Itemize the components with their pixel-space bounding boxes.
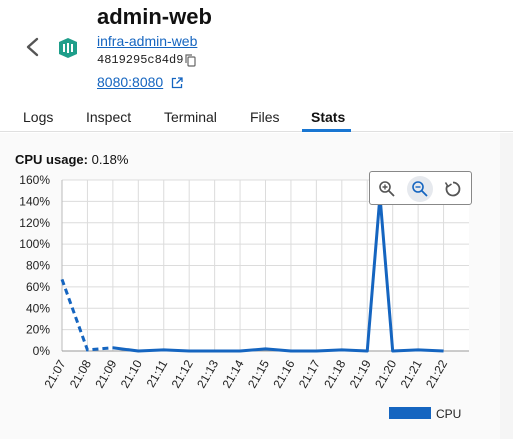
container-id: 4819295c84d9 bbox=[97, 53, 184, 67]
container-details-page: admin-web infra-admin-web 4819295c84d9 8… bbox=[0, 0, 513, 439]
y-tick-label: 40% bbox=[26, 301, 50, 315]
tab-inspect[interactable]: Inspect bbox=[86, 109, 131, 125]
image-link[interactable]: infra-admin-web bbox=[97, 33, 197, 49]
chart-toolbar bbox=[369, 171, 472, 205]
y-tick-label: 20% bbox=[26, 323, 50, 337]
x-tick-label: 21:08 bbox=[67, 357, 94, 390]
reset-zoom-button[interactable] bbox=[440, 176, 466, 202]
x-tick-label: 21:10 bbox=[118, 357, 145, 390]
external-link-icon[interactable] bbox=[171, 77, 183, 89]
zoom-in-icon bbox=[379, 181, 395, 197]
x-tick-label: 21:14 bbox=[220, 357, 247, 390]
tab-logs[interactable]: Logs bbox=[23, 109, 53, 125]
x-tick-label: 21:21 bbox=[398, 357, 425, 390]
y-tick-label: 60% bbox=[26, 280, 50, 294]
reset-zoom-icon bbox=[444, 181, 461, 197]
y-tick-label: 100% bbox=[19, 237, 50, 251]
x-tick-label: 21:16 bbox=[270, 357, 297, 390]
x-tick-label: 21:12 bbox=[169, 357, 196, 390]
y-tick-label: 0% bbox=[33, 344, 51, 358]
x-tick-label: 21:09 bbox=[92, 357, 119, 390]
x-tick-label: 21:22 bbox=[423, 357, 450, 390]
tab-bar: Logs Inspect Terminal Files Stats bbox=[0, 100, 513, 132]
active-tab-indicator bbox=[302, 129, 351, 132]
zoom-in-button[interactable] bbox=[374, 176, 400, 202]
x-tick-label: 21:18 bbox=[321, 357, 348, 390]
x-tick-label: 21:19 bbox=[347, 357, 374, 390]
tab-terminal[interactable]: Terminal bbox=[164, 109, 217, 125]
x-tick-label: 21:17 bbox=[296, 357, 323, 390]
back-arrow-icon[interactable] bbox=[22, 36, 44, 58]
container-icon bbox=[59, 38, 77, 58]
x-tick-label: 21:07 bbox=[41, 357, 68, 390]
y-tick-label: 80% bbox=[26, 259, 50, 273]
x-tick-label: 21:13 bbox=[194, 357, 221, 390]
vertical-scrollbar[interactable] bbox=[500, 133, 513, 439]
container-title: admin-web bbox=[97, 4, 212, 29]
x-tick-label: 21:11 bbox=[144, 357, 171, 390]
zoom-out-button[interactable] bbox=[407, 176, 433, 202]
y-tick-label: 160% bbox=[19, 173, 50, 187]
x-tick-label: 21:20 bbox=[372, 357, 399, 390]
legend-label-cpu: CPU bbox=[436, 407, 462, 421]
y-tick-label: 140% bbox=[19, 194, 50, 208]
legend-swatch-cpu bbox=[389, 407, 431, 419]
copy-icon[interactable] bbox=[185, 54, 196, 67]
zoom-out-icon bbox=[412, 181, 428, 197]
container-header: admin-web infra-admin-web 4819295c84d9 8… bbox=[0, 0, 513, 100]
port-link[interactable]: 8080:8080 bbox=[97, 74, 163, 90]
tab-stats[interactable]: Stats bbox=[311, 109, 345, 125]
tab-files[interactable]: Files bbox=[250, 109, 280, 125]
x-tick-label: 21:15 bbox=[245, 357, 272, 390]
y-tick-label: 120% bbox=[19, 216, 50, 230]
